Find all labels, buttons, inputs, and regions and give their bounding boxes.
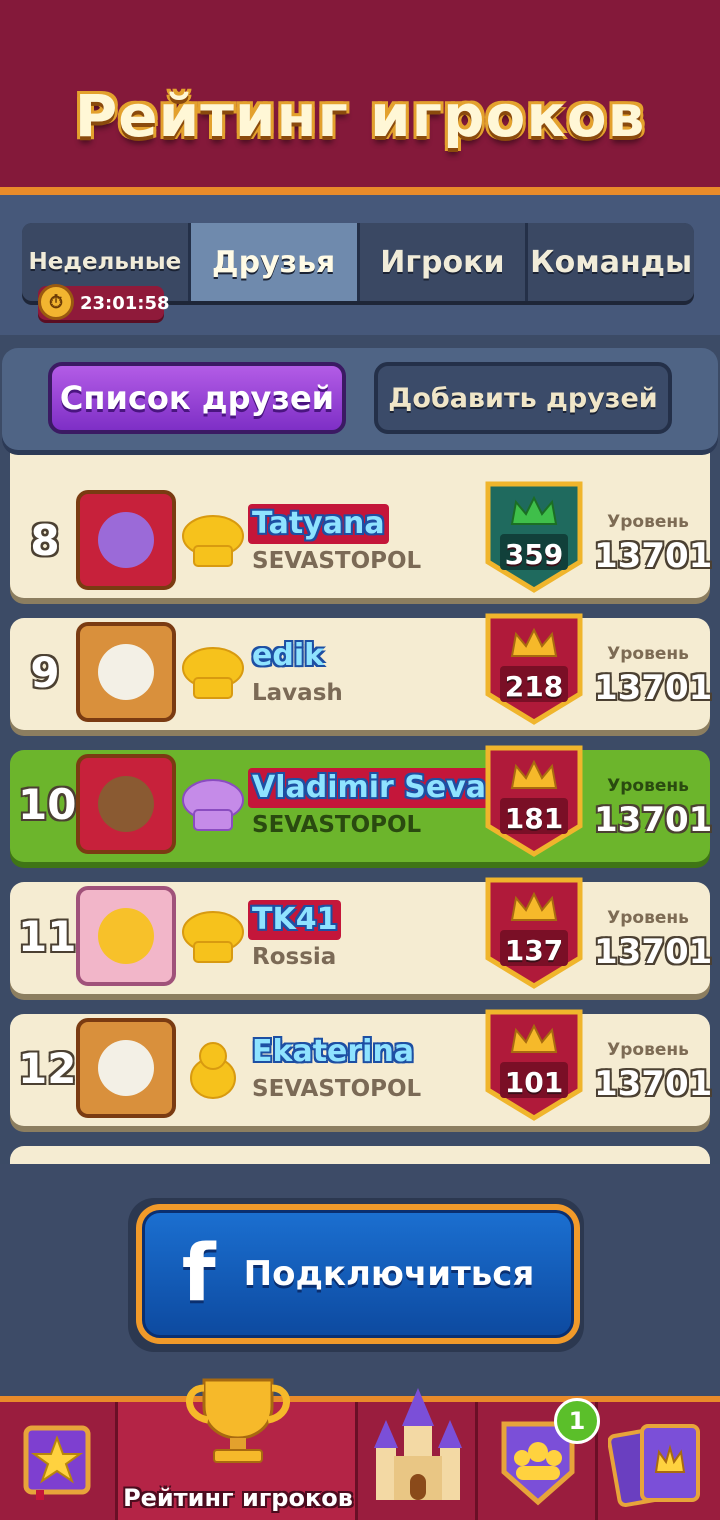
clock-icon: ⏱ [38, 284, 74, 320]
chef-hat-icon [182, 515, 244, 567]
tab-teams[interactable]: Команды [528, 223, 694, 301]
player-team: SEVASTOPOL [252, 812, 422, 838]
player-team: Rossia [252, 944, 337, 970]
crown-shield-icon [485, 745, 583, 857]
level-value: 13701 [594, 536, 713, 576]
crown-shield-icon [485, 613, 583, 725]
player-team: SEVASTOPOL [252, 1076, 422, 1102]
player-name: Ekaterina [252, 1034, 415, 1069]
friends-subbar: Список друзей Добавить друзей [2, 348, 718, 450]
nav-collection[interactable] [598, 1402, 720, 1520]
level-value: 13701 [594, 932, 713, 972]
level-label: Уровень [607, 512, 689, 532]
level-value: 13701 [594, 668, 713, 708]
avatar[interactable] [76, 886, 176, 986]
chef-hat-icon [182, 647, 244, 699]
rank-number: 11 [18, 912, 77, 961]
player-name: TK41 [248, 900, 342, 940]
list-item[interactable]: 11 TK41 Rossia 137 Уровень 13701 [10, 877, 713, 994]
level-value: 13701 [594, 800, 713, 840]
player-name: Tatyana [248, 504, 389, 544]
penguin-icon [190, 1042, 236, 1099]
notification-badge: 1 [554, 1398, 600, 1444]
list-item[interactable]: 12 Ekaterina SEVASTOPOL 101 Уровень 1370… [10, 1009, 713, 1126]
header: Рейтинг игроков [0, 0, 720, 195]
chef-hat-icon [182, 779, 244, 831]
list-item-partial [10, 1146, 710, 1164]
player-name: edik [252, 638, 325, 673]
chef-hat-icon [182, 911, 244, 963]
avatar[interactable] [76, 490, 176, 590]
player-team: SEVASTOPOL [252, 548, 422, 574]
bottom-navigation: Рейтинг игроков [0, 1378, 720, 1520]
crown-shield-icon [485, 481, 583, 593]
crown-shield-icon [485, 1009, 583, 1121]
level-value: 13701 [594, 1064, 713, 1104]
facebook-connect-button[interactable]: f Подключиться [136, 1204, 580, 1344]
crown-score: 101 [504, 1066, 564, 1099]
facebook-icon: f [181, 1229, 216, 1319]
trophy-icon [186, 1378, 290, 1463]
nav-shop[interactable] [0, 1402, 118, 1520]
nav-home[interactable] [358, 1388, 478, 1520]
tab-players[interactable]: Игроки [359, 223, 529, 301]
crown-score: 181 [504, 802, 564, 835]
level-label: Уровень [607, 776, 689, 796]
rank-number: 12 [18, 1044, 77, 1093]
crown-score: 359 [504, 538, 564, 571]
leaderboard-list[interactable]: 8 Tatyana SEVASTOPOL 359 Уровень 13701 9… [0, 450, 720, 1164]
crown-score: 137 [504, 934, 564, 967]
connect-panel: f Подключиться [0, 1164, 720, 1396]
crown-score: 218 [504, 670, 564, 703]
list-item[interactable]: 8 Tatyana SEVASTOPOL 359 Уровень 13701 [10, 481, 713, 598]
level-label: Уровень [607, 644, 689, 664]
rank-number: 9 [30, 648, 60, 697]
facebook-connect-inner: f Подключиться [142, 1210, 574, 1338]
avatar[interactable] [76, 622, 176, 722]
avatar[interactable] [76, 754, 176, 854]
avatar[interactable] [76, 1018, 176, 1118]
friends-list-button[interactable]: Список друзей [48, 362, 346, 434]
star-book-icon [23, 1425, 91, 1500]
level-label: Уровень [607, 1040, 689, 1060]
list-item[interactable]: 9 edik Lavash 218 Уровень 13701 [10, 613, 713, 730]
player-name: Vladimir Sevas [248, 768, 508, 808]
nav-leaderboard-label: Рейтинг игроков [123, 1484, 353, 1512]
rank-number: 8 [30, 516, 60, 565]
crown-shield-icon [485, 877, 583, 989]
nav-leaderboard[interactable]: Рейтинг игроков [118, 1378, 358, 1520]
rank-number: 10 [18, 780, 77, 829]
connect-label: Подключиться [243, 1254, 535, 1294]
player-team: Lavash [252, 680, 343, 706]
page-title: Рейтинг игроков [74, 82, 646, 150]
cards-icon [608, 1424, 700, 1508]
level-label: Уровень [607, 908, 689, 928]
castle-icon [374, 1388, 462, 1500]
tab-friends[interactable]: Друзья [190, 223, 360, 301]
list-item-current-player[interactable]: 10 Vladimir Sevas SEVASTOPOL 181 Уровень… [10, 745, 713, 862]
add-friends-button[interactable]: Добавить друзей [374, 362, 672, 434]
